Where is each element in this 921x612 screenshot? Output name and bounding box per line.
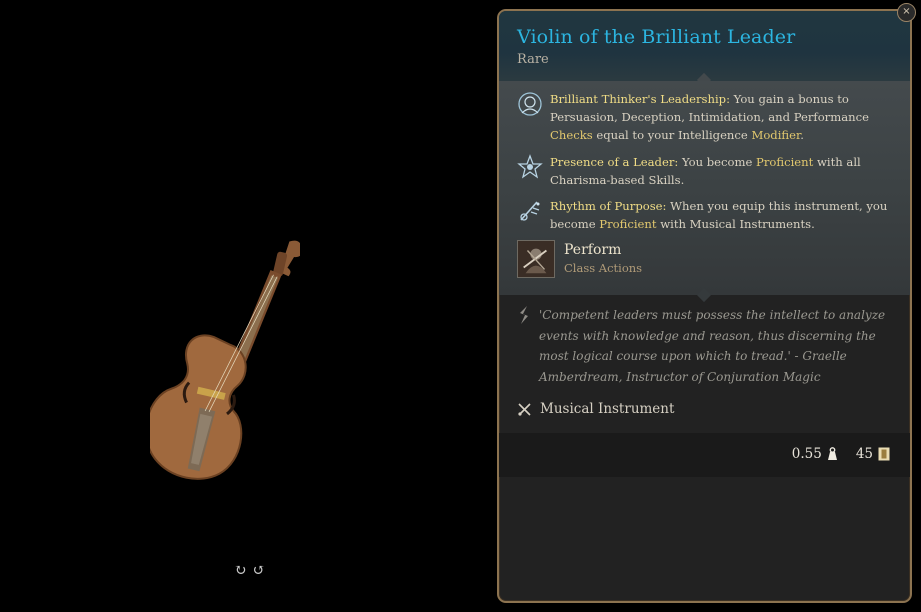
item-stats: 0.55 45 (792, 446, 890, 462)
category-label: Musical Instrument (540, 401, 675, 417)
lore-quote: 'Competent leaders must possess the inte… (539, 308, 886, 384)
item-category: Musical Instrument (517, 401, 674, 417)
item-tooltip-panel: Violin of the Brilliant Leader Rare Bril… (497, 9, 912, 603)
keyword-checks[interactable]: Checks (550, 128, 593, 142)
passive-text: You become (678, 155, 757, 169)
tooltip-footer: 0.55 45 (499, 433, 910, 477)
tooltip-header: Violin of the Brilliant Leader Rare (499, 11, 910, 88)
item-rarity: Rare (517, 52, 549, 67)
passive-name: Brilliant Thinker's Leadership: (550, 92, 730, 106)
violin-3d-model-image (150, 240, 300, 480)
action-name: Perform (564, 242, 622, 258)
rotate-left-button[interactable]: ↻ (234, 562, 247, 578)
passive-text: with Musical Instruments. (656, 217, 815, 231)
item-preview: ↻ ↺ (0, 0, 497, 612)
passive-rhythm-of-purpose[interactable]: Rhythm of Purpose: When you equip this i… (517, 197, 895, 233)
action-subtitle: Class Actions (564, 261, 643, 275)
keyword-proficient[interactable]: Proficient (756, 155, 813, 169)
keyword-proficient[interactable]: Proficient (599, 217, 656, 231)
passive-presence-of-leader[interactable]: Presence of a Leader: You become Profici… (517, 153, 895, 189)
passive-text: . (800, 128, 804, 142)
keyword-modifier[interactable]: Modifier (751, 128, 800, 142)
perform-action-icon (517, 240, 555, 278)
item-title: Violin of the Brilliant Leader (517, 26, 796, 48)
rotate-right-button[interactable]: ↺ (253, 562, 266, 578)
passive-brilliant-thinker[interactable]: Brilliant Thinker's Leadership: You gain… (517, 90, 895, 144)
weight-icon (827, 447, 837, 460)
brilliant-thinker-icon (518, 92, 542, 116)
passive-text: equal to your Intelligence (592, 128, 752, 142)
gold-value-icon (878, 447, 890, 461)
passive-name: Rhythm of Purpose: (550, 199, 667, 213)
weight-value: 0.55 (791, 446, 822, 462)
gold-value: 45 (855, 446, 873, 462)
rotate-controls: ↻ ↺ (234, 562, 265, 578)
lore-quote-icon (520, 306, 528, 324)
instrument-icon (518, 402, 531, 416)
close-button[interactable]: × (897, 3, 916, 22)
presence-of-leader-icon (517, 154, 543, 179)
rhythm-of-purpose-icon (520, 201, 540, 221)
action-perform[interactable]: Perform Class Actions (517, 240, 642, 278)
passive-name: Presence of a Leader: (550, 155, 679, 169)
